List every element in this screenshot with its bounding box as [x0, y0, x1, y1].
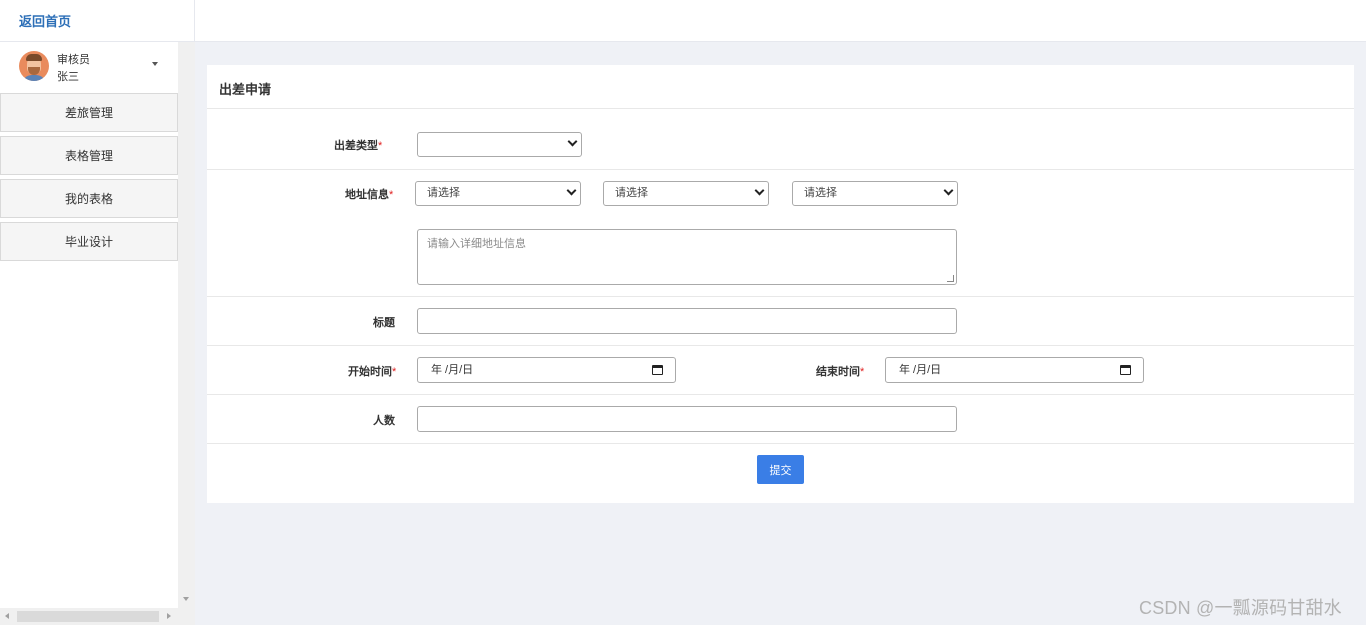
- user-menu-caret-icon[interactable]: [152, 62, 158, 66]
- back-to-home-link[interactable]: 返回首页: [19, 11, 71, 30]
- user-panel: 审核员 张三: [0, 42, 178, 92]
- divider: [207, 169, 1354, 170]
- calendar-icon[interactable]: [652, 365, 663, 375]
- sidebar-vertical-scrollbar[interactable]: [178, 42, 195, 608]
- sidebar-item-graduation-design[interactable]: 毕业设计: [0, 222, 178, 261]
- chevron-down-icon: [754, 185, 765, 196]
- address-detail-textarea[interactable]: 请输入详细地址信息: [417, 229, 957, 285]
- trip-type-label: 出差类型*: [334, 140, 383, 152]
- scroll-right-arrow-icon[interactable]: [167, 613, 171, 619]
- divider: [207, 345, 1354, 346]
- address-label: 地址信息*: [345, 189, 394, 201]
- watermark: CSDN @一瓢源码甘甜水: [1139, 598, 1342, 618]
- trip-application-panel: 出差申请 出差类型* 地址信息* 请选择 请选择 请选择 请输入详细地址信息 标…: [207, 65, 1354, 503]
- start-date-input[interactable]: 年 /月/日: [417, 357, 676, 383]
- divider: [207, 296, 1354, 297]
- chevron-down-icon: [567, 136, 578, 147]
- scroll-down-arrow-icon[interactable]: [183, 597, 189, 601]
- end-time-label: 结束时间*: [816, 366, 865, 378]
- scrollbar-thumb[interactable]: [17, 611, 159, 622]
- end-date-input[interactable]: 年 /月/日: [885, 357, 1144, 383]
- people-count-label: 人数: [373, 415, 395, 427]
- chevron-down-icon: [566, 185, 577, 196]
- sidebar-item-my-forms[interactable]: 我的表格: [0, 179, 178, 218]
- calendar-icon[interactable]: [1120, 365, 1131, 375]
- sidebar-horizontal-scrollbar[interactable]: [0, 608, 195, 625]
- sidebar: 审核员 张三 差旅管理 表格管理 我的表格 毕业设计: [0, 42, 178, 608]
- sidebar-item-form-management[interactable]: 表格管理: [0, 136, 178, 175]
- resize-handle-icon[interactable]: [947, 275, 954, 282]
- sidebar-menu: 差旅管理 表格管理 我的表格 毕业设计: [0, 93, 178, 265]
- subject-input[interactable]: [417, 308, 957, 334]
- province-select[interactable]: 请选择: [415, 181, 581, 206]
- people-count-input[interactable]: [417, 406, 957, 432]
- user-name: 张三: [57, 71, 79, 83]
- start-time-label: 开始时间*: [348, 366, 397, 378]
- submit-button[interactable]: 提交: [757, 455, 804, 484]
- city-select[interactable]: 请选择: [603, 181, 769, 206]
- district-select[interactable]: 请选择: [792, 181, 958, 206]
- panel-title: 出差申请: [219, 82, 272, 97]
- user-role: 审核员: [57, 54, 90, 66]
- scroll-left-arrow-icon[interactable]: [5, 613, 9, 619]
- sidebar-item-travel-management[interactable]: 差旅管理: [0, 93, 178, 132]
- avatar: [19, 51, 49, 81]
- top-bar: 返回首页: [0, 0, 1366, 42]
- home-link-area: 返回首页: [0, 0, 195, 42]
- divider: [207, 443, 1354, 444]
- chevron-down-icon: [943, 185, 954, 196]
- divider: [207, 394, 1354, 395]
- subject-label: 标题: [373, 317, 395, 329]
- trip-type-select[interactable]: [417, 132, 582, 157]
- divider: [207, 108, 1354, 109]
